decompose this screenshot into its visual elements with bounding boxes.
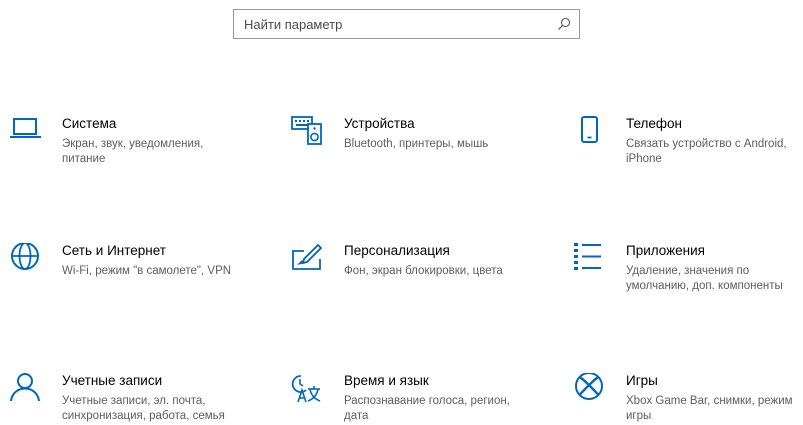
search-input[interactable] xyxy=(244,10,544,38)
tile-system-desc: Экран, звук, уведомления, питание xyxy=(62,138,204,165)
tile-phone-title: Телефон xyxy=(626,116,683,131)
tile-gaming-title: Игры xyxy=(626,373,658,388)
settings-home: Система Экран, звук, уведомления, питани… xyxy=(0,0,803,425)
tile-network-title: Сеть и Интернет xyxy=(62,243,166,258)
laptop-icon xyxy=(10,118,41,138)
tile-phone-desc: Связать устройство с Android, iPhone xyxy=(626,138,787,165)
tile-devices[interactable]: Устройства Bluetooth, принтеры, мышь xyxy=(290,116,515,176)
tile-accounts-desc: Учетные записи, эл. почта, синхронизация… xyxy=(62,395,225,422)
tile-devices-desc: Bluetooth, принтеры, мышь xyxy=(344,138,489,150)
tile-time-language-desc: Распознавание голоса, регион, дата xyxy=(344,395,510,422)
tile-network[interactable]: Сеть и Интернет Wi-Fi, режим "в самолете… xyxy=(8,243,233,303)
tile-accounts[interactable]: Учетные записи Учетные записи, эл. почта… xyxy=(8,373,233,425)
tile-time-language-title: Время и язык xyxy=(344,373,429,388)
paint-icon xyxy=(292,243,323,270)
time-language-icon xyxy=(291,375,321,403)
tile-phone[interactable]: Телефон Связать устройство с Android, iP… xyxy=(572,116,797,176)
tile-time-language[interactable]: Время и язык Распознавание голоса, регио… xyxy=(290,373,515,425)
person-icon xyxy=(10,373,40,402)
tile-personalization-title: Персонализация xyxy=(344,243,450,258)
tile-apps-title: Приложения xyxy=(626,243,705,258)
search-box[interactable] xyxy=(233,9,580,39)
tile-apps-desc: Удаление, значения по умолчанию, доп. ко… xyxy=(626,265,783,292)
devices-icon xyxy=(291,116,322,145)
tile-accounts-title: Учетные записи xyxy=(62,373,163,388)
phone-icon xyxy=(581,116,598,143)
search-icon[interactable] xyxy=(557,17,571,31)
xbox-icon xyxy=(575,373,603,400)
tile-gaming-desc: Xbox Game Bar, снимки, режим игры xyxy=(626,395,793,422)
tile-system[interactable]: Система Экран, звук, уведомления, питани… xyxy=(8,116,233,176)
apps-list-icon xyxy=(574,243,601,270)
tile-personalization-desc: Фон, экран блокировки, цвета xyxy=(344,265,503,277)
tile-apps[interactable]: Приложения Удаление, значения по умолчан… xyxy=(572,243,797,303)
tile-network-desc: Wi-Fi, режим "в самолете", VPN xyxy=(62,265,232,277)
tile-gaming[interactable]: Игры Xbox Game Bar, снимки, режим игры xyxy=(572,373,797,425)
globe-icon xyxy=(11,243,39,270)
tile-system-title: Система xyxy=(62,116,117,131)
tile-devices-title: Устройства xyxy=(344,116,415,131)
tile-personalization[interactable]: Персонализация Фон, экран блокировки, цв… xyxy=(290,243,515,303)
